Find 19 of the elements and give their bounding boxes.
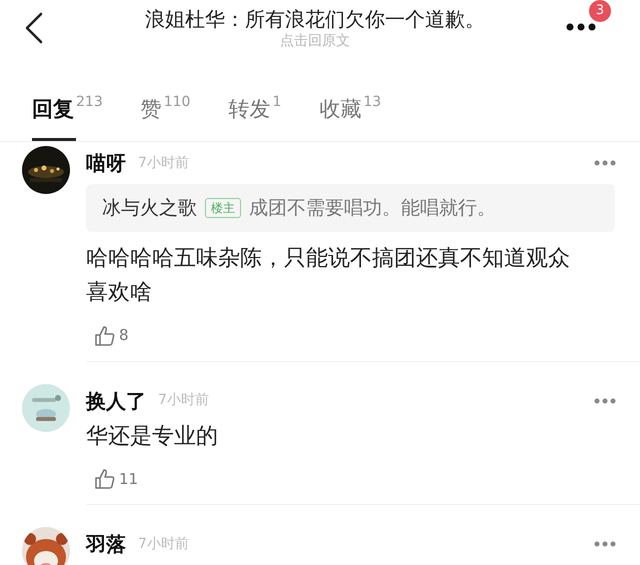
like-count: 11: [119, 468, 138, 490]
notification-badge: 3: [589, 0, 611, 22]
user-name[interactable]: 喵呀: [86, 148, 126, 178]
back-icon[interactable]: [24, 12, 44, 44]
timestamp: 7小时前: [158, 391, 209, 410]
comment-text: 华还是专业的: [86, 422, 219, 450]
timestamp: 7小时前: [138, 534, 189, 554]
like-count: 8: [119, 325, 129, 346]
post-title[interactable]: 浪姐杜华：所有浪花们欠你一个道歉。: [110, 4, 520, 34]
quote-author[interactable]: 冰与火之歌: [102, 194, 197, 222]
author-tag: 楼主: [205, 198, 241, 218]
timestamp: 7小时前: [138, 154, 189, 172]
comment-text: 哈哈哈哈五味杂陈，只能说不搞团还真不知道观众喜欢啥: [86, 245, 571, 307]
user-name[interactable]: 换人了: [86, 386, 146, 416]
thumbs-up-icon[interactable]: [94, 468, 116, 490]
thumbs-up-icon[interactable]: [94, 324, 116, 346]
more-icon[interactable]: [566, 23, 596, 31]
quote-text: 成团不需要唱功。能唱就行。: [249, 196, 496, 221]
user-name[interactable]: 羽落: [86, 529, 126, 559]
